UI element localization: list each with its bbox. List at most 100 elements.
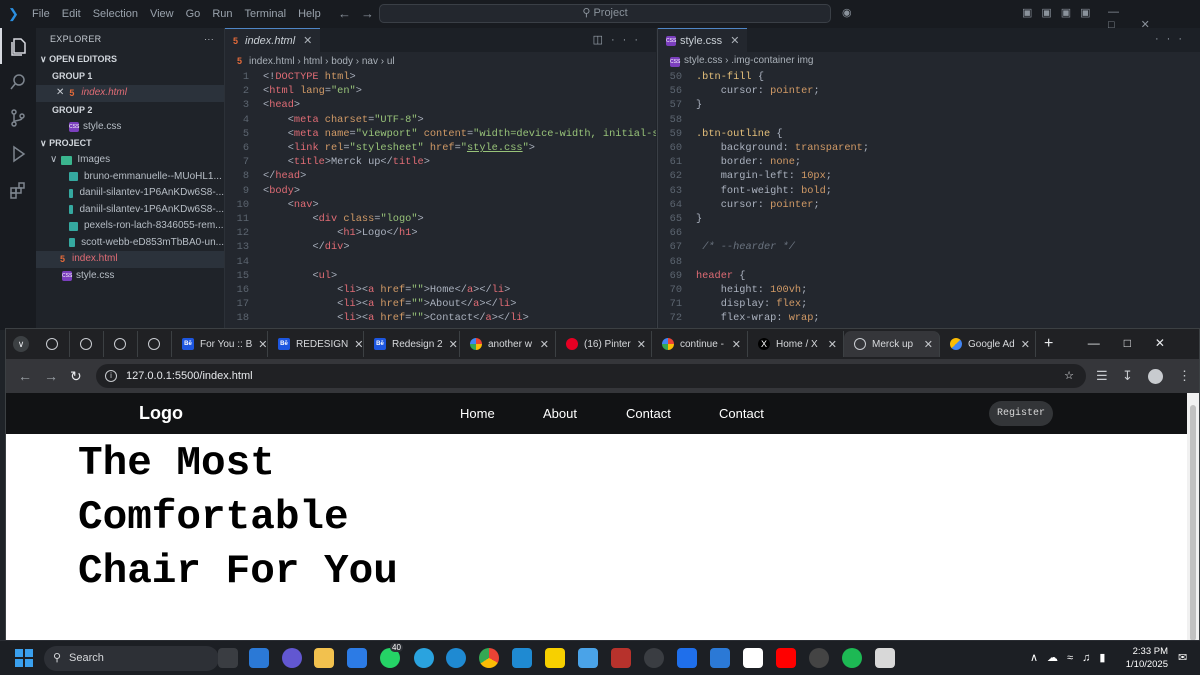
teams-icon[interactable]	[282, 648, 302, 668]
menu-selection[interactable]: Selection	[93, 8, 138, 20]
sticky-notes-icon[interactable]	[545, 648, 565, 668]
close-icon[interactable]: ✕	[631, 338, 646, 351]
chrome-menu-icon[interactable]: ⋮	[1178, 368, 1191, 384]
open-editors-section[interactable]: ∨ OPEN EDITORS	[36, 51, 224, 68]
close-tab-icon[interactable]: ✕	[303, 34, 312, 47]
file-image-4[interactable]: pexels-ron-lach-8346055-rem...	[36, 218, 224, 235]
code-editor-html[interactable]: 1 <!DOCTYPE html> 2 <html lang="en"> 3 <hea…	[225, 70, 656, 326]
crumb-file[interactable]: index.html	[249, 56, 295, 67]
chrome-icon[interactable]	[479, 648, 499, 668]
code-editor-css[interactable]: 50 .btn-fill { 56 cursor: pointer; 57} 58…	[658, 70, 1200, 326]
crumb-ul[interactable]: ul	[387, 56, 395, 67]
close-icon[interactable]: ✕	[443, 338, 458, 351]
close-icon[interactable]: ✕	[56, 85, 64, 102]
project-section[interactable]: ∨ PROJECT	[36, 135, 224, 152]
nav-link-contact[interactable]: Contact	[626, 406, 671, 421]
chrome-tab-8[interactable]: another w ✕	[460, 331, 556, 357]
menu-file[interactable]: File	[32, 8, 50, 20]
explorer-icon[interactable]	[0, 28, 36, 64]
tab-search-button[interactable]: ∨	[6, 331, 36, 357]
back-icon[interactable]: ←	[18, 368, 32, 384]
chrome-tab-13[interactable]: Google Ad ✕	[940, 331, 1036, 357]
new-tab-icon[interactable]: +	[1044, 335, 1053, 353]
menu-edit[interactable]: Edit	[62, 8, 81, 20]
notion-icon[interactable]	[743, 648, 763, 668]
open-editor-style-css[interactable]: CSS style.css	[36, 119, 224, 136]
taskbar-clock[interactable]: 2:33 PM 1/10/2025	[1124, 645, 1168, 671]
chrome-tab-5[interactable]: Bē For You :: B ✕	[172, 331, 268, 357]
site-logo[interactable]: Logo	[139, 403, 183, 424]
reload-icon[interactable]: ↻	[70, 368, 82, 385]
figma-icon[interactable]	[611, 648, 631, 668]
media-player-icon[interactable]	[809, 648, 829, 668]
register-button[interactable]: Register	[989, 401, 1053, 426]
chrome-tab-2[interactable]	[70, 331, 104, 357]
page-scrollbar[interactable]	[1187, 393, 1199, 641]
menu-terminal[interactable]: Terminal	[245, 8, 287, 20]
nav-link-home[interactable]: Home	[460, 406, 495, 421]
chrome-tab-11[interactable]: X Home / X ✕	[748, 331, 844, 357]
close-tab-icon[interactable]: ✕	[730, 34, 739, 47]
file-image-5[interactable]: scott-webb-eD853mTbBA0-un...	[36, 235, 224, 252]
windows-start-icon[interactable]	[14, 648, 34, 668]
forward-icon[interactable]: →	[44, 368, 58, 384]
close-icon[interactable]: ✕	[348, 338, 363, 351]
menu-go[interactable]: Go	[186, 8, 201, 20]
close-icon[interactable]: ✕	[822, 338, 837, 351]
chrome-tab-9[interactable]: (16) Pinter ✕	[556, 331, 652, 357]
editor-tab-style-css[interactable]: CSS style.css ✕	[658, 28, 748, 52]
chatgpt-icon[interactable]	[644, 648, 664, 668]
source-control-icon[interactable]	[0, 100, 36, 136]
file-image-3[interactable]: daniil-silantev-1P6AnKDw6S8-...	[36, 202, 224, 219]
menu-view[interactable]: View	[150, 8, 174, 20]
widgets-icon[interactable]	[249, 648, 269, 668]
search-icon[interactable]	[0, 64, 36, 100]
download-icon[interactable]: ↧	[1122, 368, 1133, 384]
editor-tab-index-html[interactable]: 5 index.html ✕	[225, 28, 321, 52]
crumb-nav[interactable]: nav	[362, 56, 378, 67]
profile-avatar[interactable]	[1148, 369, 1163, 384]
notepad-icon[interactable]	[578, 648, 598, 668]
edge-icon[interactable]	[446, 648, 466, 668]
site-info-icon[interactable]: i	[105, 370, 117, 382]
taskbar-search[interactable]: ⚲ Search	[44, 646, 219, 671]
close-icon[interactable]: ✕	[726, 338, 741, 351]
system-tray-icons[interactable]: ∧☁≈♫▮	[1030, 651, 1114, 664]
close-icon[interactable]: ✕	[534, 338, 549, 351]
chrome-tab-10[interactable]: continue - ✕	[652, 331, 748, 357]
close-icon[interactable]: ✕	[1015, 338, 1030, 351]
close-icon[interactable]: ✕	[918, 338, 933, 351]
run-debug-icon[interactable]	[0, 136, 36, 172]
telegram-icon[interactable]	[414, 648, 434, 668]
chrome-tab-3[interactable]	[104, 331, 138, 357]
file-index-html[interactable]: 5 index.html	[36, 251, 224, 268]
bookmark-star-icon[interactable]: ☆	[1064, 364, 1074, 388]
chrome-tab-1[interactable]	[36, 331, 70, 357]
open-editor-index-html[interactable]: ✕ 5 index.html	[36, 85, 224, 102]
nav-link-contact-2[interactable]: Contact	[719, 406, 764, 421]
extensions-icon[interactable]	[0, 172, 36, 208]
layout-toggle-icons[interactable]: ▣▣▣▣	[1022, 6, 1100, 19]
crumb-file[interactable]: style.css	[684, 55, 722, 66]
file-image-1[interactable]: bruno-emmanuelle--MUoHL1...	[36, 169, 224, 186]
crumb-body[interactable]: body	[331, 56, 353, 67]
crumb-selector[interactable]: .img-container img	[731, 55, 813, 66]
whatsapp-icon[interactable]: 40	[380, 643, 403, 668]
history-nav-arrows-icon[interactable]: ←→	[338, 6, 384, 21]
chrome-tab-4[interactable]	[138, 331, 172, 357]
menu-run[interactable]: Run	[212, 8, 232, 20]
file-style-css[interactable]: CSS style.css	[36, 268, 224, 285]
spotify-icon[interactable]	[842, 648, 862, 668]
vscode-icon[interactable]	[512, 648, 532, 668]
store-icon[interactable]	[347, 648, 367, 668]
word-icon[interactable]	[677, 648, 697, 668]
file-explorer-icon[interactable]	[314, 648, 334, 668]
folder-images[interactable]: ∨ Images	[36, 152, 224, 169]
more-actions-icon[interactable]: ···	[204, 28, 214, 51]
close-icon[interactable]: ✕	[252, 338, 267, 351]
app-icon[interactable]	[710, 648, 730, 668]
task-view-icon[interactable]	[218, 648, 238, 668]
snipping-tool-icon[interactable]	[875, 648, 895, 668]
more-actions-icon[interactable]: ···	[1155, 33, 1190, 45]
address-bar[interactable]: i 127.0.0.1:5500/index.html ☆	[96, 364, 1086, 388]
